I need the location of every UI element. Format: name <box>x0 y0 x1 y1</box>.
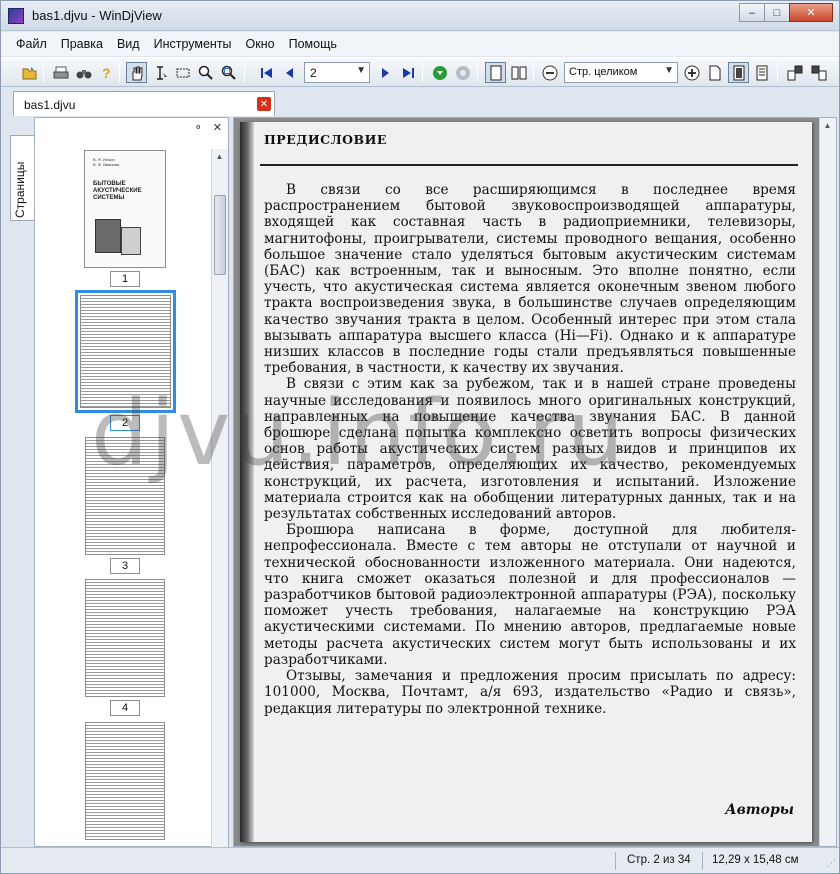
menu-window[interactable]: Окно <box>239 37 282 51</box>
minimize-button[interactable]: – <box>739 3 765 22</box>
page-body: В связи со все расширяющимся в последнее… <box>264 182 796 717</box>
pin-icon[interactable]: ⚬ <box>194 121 203 134</box>
prev-page-icon[interactable] <box>279 62 300 83</box>
menu-bar: Файл Правка Вид Инструменты Окно Помощь <box>1 32 839 56</box>
window-title: bas1.djvu - WinDjView <box>32 8 162 23</box>
thumbnail-page-5[interactable] <box>85 722 165 840</box>
svg-text:?: ? <box>102 65 111 81</box>
fit-page-icon[interactable] <box>728 62 749 83</box>
scrollbar-thumb[interactable] <box>214 195 226 275</box>
toolbar-separator <box>244 63 245 82</box>
signature: Авторы <box>725 802 794 818</box>
page-gutter-shadow <box>240 122 254 842</box>
actual-size-icon[interactable] <box>704 62 725 83</box>
two-page-icon[interactable] <box>508 62 529 83</box>
scroll-up-icon[interactable]: ▲ <box>820 118 835 133</box>
hand-tool-icon[interactable] <box>126 62 147 83</box>
status-page-count: Стр. 2 из 34 <box>627 854 691 866</box>
document-page: ПРЕДИСЛОВИЕ В связи со все расширяющимся… <box>240 122 812 842</box>
document-view[interactable]: ПРЕДИСЛОВИЕ В связи со все расширяющимся… <box>233 117 837 847</box>
last-page-icon[interactable] <box>397 62 418 83</box>
status-page-size: 12,29 x 15,48 см <box>712 854 799 866</box>
help-question-icon[interactable]: ? <box>96 62 117 83</box>
thumbnails-panel: ⚬ ✕ В. Я. Ильин В. Ф. Иванова БЫТОВЫЕ АК… <box>34 117 229 847</box>
scroll-up-icon[interactable]: ▲ <box>212 149 227 164</box>
single-page-icon[interactable] <box>485 62 506 83</box>
tab-pages-label: Страницы <box>13 161 27 218</box>
thumbnails-scrollbar[interactable]: ▲ <box>211 149 228 847</box>
cover-title: БЫТОВЫЕ АКУСТИЧЕСКИЕ СИСТЕМЫ <box>93 181 142 201</box>
zoom-value: Стр. целиком <box>569 66 638 78</box>
toolbar-separator <box>777 63 778 82</box>
thumbnail-number: 1 <box>110 271 140 287</box>
thumbnail-page-3[interactable] <box>85 437 165 555</box>
thumbnail-page-2[interactable] <box>80 295 171 408</box>
close-tab-icon[interactable]: ✕ <box>257 97 271 111</box>
thumbnail-number: 4 <box>110 700 140 716</box>
toolbar-separator <box>422 63 423 82</box>
rotate-left-icon[interactable] <box>784 62 805 83</box>
resize-grip-icon[interactable]: ⋰ <box>827 858 836 869</box>
cover-speaker-image <box>95 219 121 253</box>
paragraph: В связи со все расширяющимся в последнее… <box>264 182 796 377</box>
back-icon[interactable] <box>429 62 450 83</box>
window-controls: – □ ✕ <box>739 3 833 22</box>
menu-edit[interactable]: Правка <box>54 37 110 51</box>
tab-pages[interactable]: Страницы <box>10 135 34 221</box>
toolbar-separator <box>43 63 44 82</box>
tab-bas1-djvu[interactable]: bas1.djvu ✕ <box>13 91 275 116</box>
panel-header-icons: ⚬ ✕ <box>194 121 222 134</box>
paragraph: Брошюра написана в форме, доступной для … <box>264 522 796 668</box>
zoom-in-icon[interactable] <box>681 62 702 83</box>
first-page-icon[interactable] <box>256 62 277 83</box>
toolbar-separator <box>533 63 534 82</box>
chevron-down-icon[interactable]: ▼ <box>356 65 366 76</box>
toolbar-separator <box>119 63 120 82</box>
zoom-rect-icon[interactable] <box>218 62 239 83</box>
status-bar: Стр. 2 из 34 12,29 x 15,48 см ⋰ <box>1 847 839 873</box>
close-window-button[interactable]: ✕ <box>789 3 833 22</box>
heading-rule <box>260 164 798 166</box>
forward-icon[interactable] <box>452 62 473 83</box>
zoom-out-icon[interactable] <box>539 62 560 83</box>
print-icon[interactable] <box>50 62 71 83</box>
status-separator <box>702 852 703 870</box>
find-binoculars-icon[interactable] <box>73 62 94 83</box>
thumbnail-page-4[interactable] <box>85 579 165 697</box>
document-tab-strip: bas1.djvu ✕ <box>1 88 839 116</box>
menu-tools[interactable]: Инструменты <box>147 37 239 51</box>
fit-width-icon[interactable] <box>751 62 772 83</box>
chevron-down-icon[interactable]: ▼ <box>664 65 674 76</box>
menu-file[interactable]: Файл <box>9 37 54 51</box>
thumbnail-number: 2 <box>110 415 140 431</box>
tab-label: bas1.djvu <box>24 98 76 112</box>
toolbar-separator <box>477 63 478 82</box>
thumbnail-page-1[interactable]: В. Я. Ильин В. Ф. Иванова БЫТОВЫЕ АКУСТИ… <box>84 150 166 268</box>
page-heading: ПРЕДИСЛОВИЕ <box>264 132 387 147</box>
page-number-value: 2 <box>310 66 317 80</box>
toolbar: ? 2 ▼ Стр. целиком ▼ <box>1 57 839 87</box>
paragraph: В связи с этим как за рубежом, так и в н… <box>264 376 796 523</box>
paragraph: Отзывы, замечания и предложения просим п… <box>264 668 796 717</box>
zoom-select[interactable]: Стр. целиком ▼ <box>564 62 678 83</box>
document-scrollbar[interactable]: ▲ <box>819 118 836 846</box>
cover-authors: В. Я. Ильин В. Ф. Иванова <box>93 157 120 167</box>
page-number-field[interactable]: 2 ▼ <box>304 62 370 83</box>
app-icon <box>8 8 24 24</box>
menu-view[interactable]: Вид <box>110 37 147 51</box>
status-separator <box>615 852 616 870</box>
text-select-icon[interactable] <box>149 62 170 83</box>
rotate-right-icon[interactable] <box>808 62 829 83</box>
close-panel-icon[interactable]: ✕ <box>213 121 222 134</box>
next-page-icon[interactable] <box>374 62 395 83</box>
open-folder-icon[interactable] <box>19 62 40 83</box>
title-bar: bas1.djvu - WinDjView – □ ✕ <box>1 1 839 31</box>
menu-help[interactable]: Помощь <box>282 37 344 51</box>
maximize-button[interactable]: □ <box>764 3 790 22</box>
rect-select-icon[interactable] <box>172 62 193 83</box>
zoom-icon[interactable] <box>195 62 216 83</box>
thumbnail-number: 3 <box>110 558 140 574</box>
cover-speaker-image <box>121 227 141 255</box>
app-window: bas1.djvu - WinDjView – □ ✕ Файл Правка … <box>0 0 840 874</box>
